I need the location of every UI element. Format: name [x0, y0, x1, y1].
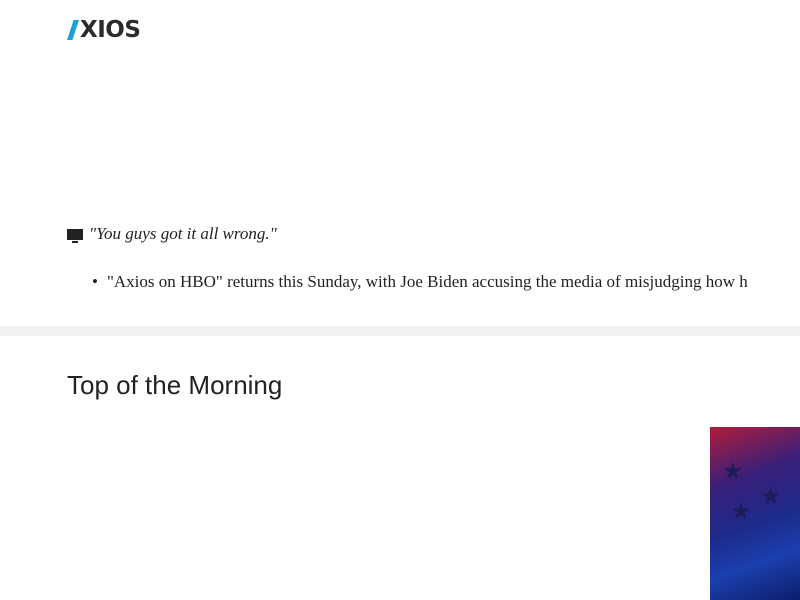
logo-slash-icon: [67, 20, 79, 40]
story-image[interactable]: ★ ★ ★: [710, 427, 800, 600]
logo-text: XIOS: [80, 17, 141, 43]
tv-icon: [67, 228, 83, 243]
star-icon: ★: [760, 482, 782, 510]
story-quote: "You guys got it all wrong.": [67, 224, 277, 244]
story-bullet: "Axios on HBO" returns this Sunday, with…: [92, 272, 800, 292]
quote-text: "You guys got it all wrong.": [89, 224, 277, 243]
section-title: Top of the Morning: [67, 370, 283, 400]
section-divider: [0, 326, 800, 336]
star-icon: ★: [722, 457, 744, 485]
axios-logo[interactable]: XIOS: [67, 17, 141, 43]
star-icon: ★: [730, 497, 752, 525]
